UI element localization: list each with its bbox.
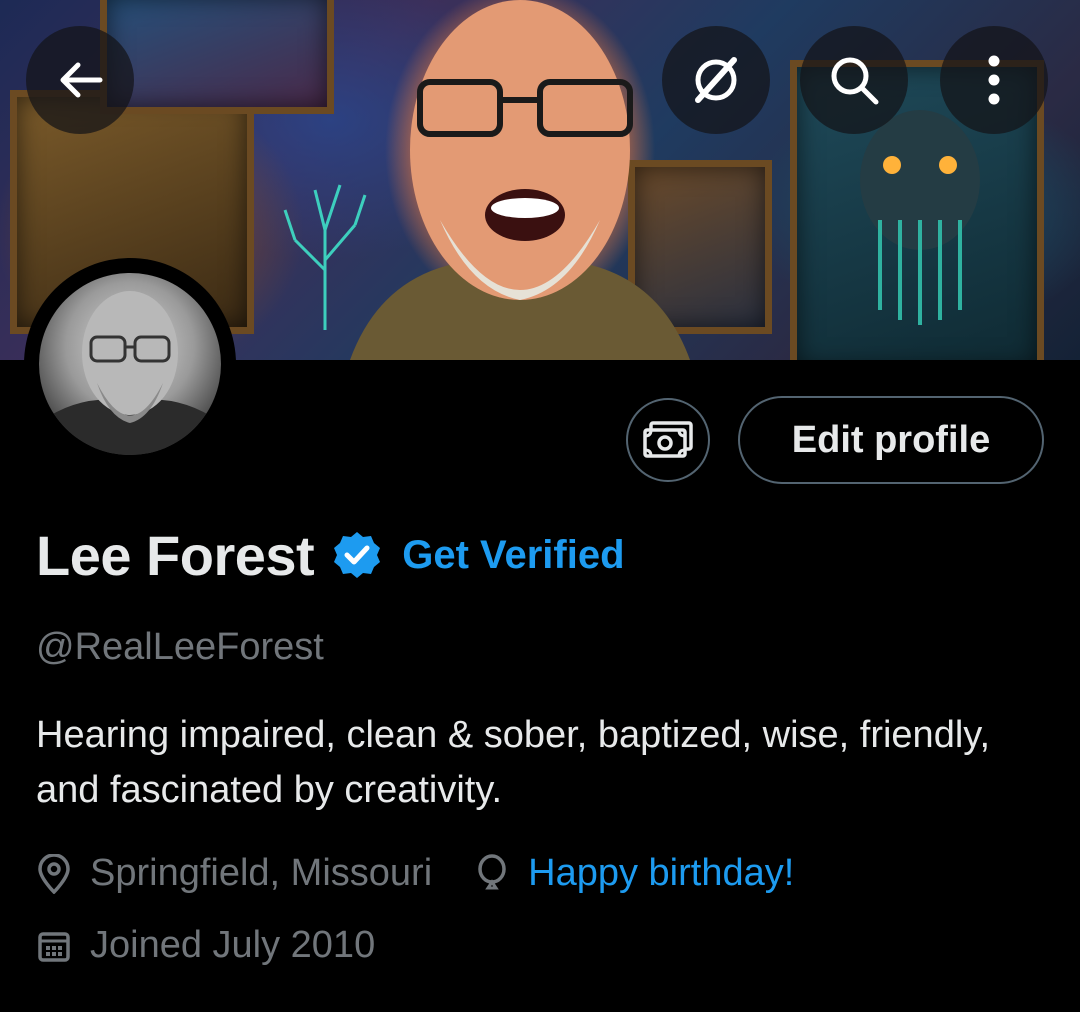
arrow-left-icon <box>60 62 103 98</box>
avatar-portrait <box>39 291 221 455</box>
avatar[interactable] <box>24 258 236 470</box>
grok-button[interactable] <box>662 26 770 134</box>
location-text: Springfield, Missouri <box>90 852 433 894</box>
banner-portrait-art <box>350 0 690 360</box>
profile-meta-row: Springfield, Missouri Happy birthday! <box>36 852 794 895</box>
banner-frame-top <box>100 0 334 114</box>
subscriptions-button[interactable] <box>626 398 710 482</box>
user-handle: @RealLeeForest <box>36 626 324 668</box>
joined-row: Joined July 2010 <box>36 924 375 967</box>
location-pin-icon <box>38 853 70 894</box>
calendar-icon <box>38 931 70 962</box>
name-row: Lee Forest Get Verified <box>36 522 625 588</box>
get-verified-link[interactable]: Get Verified <box>402 533 624 578</box>
balloon-icon <box>478 853 506 889</box>
avatar-photo <box>39 273 221 455</box>
banner-robot-art <box>860 110 980 325</box>
search-button[interactable] <box>800 26 908 134</box>
profile-bio: Hearing impaired, clean & sober, baptize… <box>36 714 991 811</box>
birthday-link[interactable]: Happy birthday! <box>528 852 794 895</box>
verified-badge-icon[interactable] <box>332 530 382 580</box>
back-button[interactable] <box>26 26 134 134</box>
joined-date: Joined July 2010 <box>90 924 376 966</box>
more-options-button[interactable] <box>940 26 1048 134</box>
grok-icon <box>695 57 737 103</box>
money-icon <box>643 421 693 458</box>
more-vertical-icon <box>988 55 1000 105</box>
display-name: Lee Forest <box>36 523 315 587</box>
edit-profile-button[interactable]: Edit profile <box>738 396 1044 484</box>
search-icon <box>831 57 879 105</box>
